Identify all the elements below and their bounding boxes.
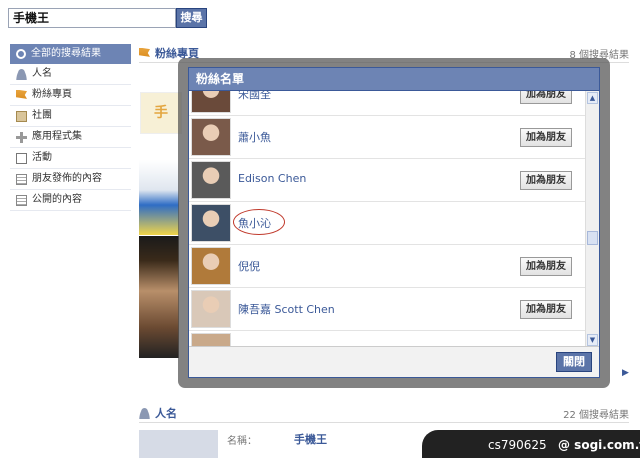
person-icon <box>16 68 27 80</box>
calendar-icon <box>16 152 27 164</box>
fan-name[interactable]: 倪倪 <box>238 258 260 274</box>
sidebar-item-pages[interactable]: 粉絲專頁 <box>10 85 131 106</box>
sidebar-item-label: 社團 <box>32 110 52 121</box>
person-icon <box>139 407 150 419</box>
next-arrow-icon[interactable]: ▶ <box>622 368 629 378</box>
add-friend-button[interactable]: 加為朋友 <box>520 91 572 104</box>
page-thumbnail[interactable] <box>139 236 179 358</box>
fan-name[interactable]: 陳吾嘉 Scott Chen <box>238 301 335 317</box>
fan-name[interactable]: 魚小沁 <box>238 215 271 231</box>
scroll-up-icon[interactable]: ▲ <box>587 92 598 104</box>
sidebar-item-label: 公開的內容 <box>32 194 82 205</box>
avatar[interactable] <box>191 247 231 285</box>
flag-icon <box>16 89 27 99</box>
scroll-thumb[interactable] <box>587 231 598 245</box>
fan-list-scrollbar[interactable]: ▲ ▼ <box>585 91 599 347</box>
list-item: 宋國全 加為朋友 <box>189 91 585 116</box>
list-item: 魚小沁 <box>189 202 585 245</box>
watermark-site: @ sogi.com.tw <box>558 438 640 452</box>
group-icon <box>16 110 27 122</box>
list-item: 蕭小魚 加為朋友 <box>189 116 585 159</box>
sidebar-item-label: 朋友發佈的內容 <box>32 173 102 184</box>
sidebar-item-friends-posts[interactable]: 朋友發佈的內容 <box>10 169 131 190</box>
fans-dialog: 粉絲名單 宋國全 加為朋友 蕭小魚 加為朋友 Edison Chen 加為朋友 … <box>188 67 600 378</box>
watermark: cs790625 @ sogi.com.tw <box>422 430 640 458</box>
add-friend-button[interactable]: 加為朋友 <box>520 171 572 190</box>
list-item: 陳吾嘉 Scott Chen 加為朋友 <box>189 288 585 331</box>
add-friend-button[interactable]: 加為朋友 <box>520 128 572 147</box>
page-thumbnail[interactable]: 手 <box>140 92 182 134</box>
name-label: 名稱： <box>227 436 257 447</box>
list-item: Edison Chen 加為朋友 <box>189 159 585 202</box>
list-item <box>189 331 585 347</box>
people-section-header: 人名 22 個搜尋結果 <box>139 404 629 423</box>
people-result-count: 22 個搜尋結果 <box>563 409 629 421</box>
avatar[interactable] <box>191 204 231 242</box>
public-posts-icon <box>16 194 27 206</box>
sidebar-item-people[interactable]: 人名 <box>10 64 131 85</box>
fan-name[interactable]: 蕭小魚 <box>238 129 271 145</box>
sidebar-item-label: 全部的搜尋結果 <box>31 48 101 59</box>
search-input[interactable]: 手機王 <box>8 8 176 28</box>
friends-posts-icon <box>16 173 27 185</box>
dialog-footer: 關閉 <box>189 346 599 377</box>
sidebar-item-groups[interactable]: 社團 <box>10 106 131 127</box>
avatar[interactable] <box>191 118 231 156</box>
search-icon <box>16 49 26 59</box>
search-filter-sidebar: 全部的搜尋結果 人名 粉絲專頁 社團 應用程式集 活動 朋友發佈的內容 公開的內… <box>10 44 131 211</box>
fan-list: 宋國全 加為朋友 蕭小魚 加為朋友 Edison Chen 加為朋友 魚小沁 倪… <box>189 91 585 347</box>
fan-name[interactable]: 宋國全 <box>238 91 271 102</box>
dialog-title: 粉絲名單 <box>189 68 599 91</box>
avatar[interactable] <box>191 333 231 347</box>
avatar[interactable] <box>191 161 231 199</box>
fan-name[interactable]: Edison Chen <box>238 172 306 185</box>
page-thumbnail[interactable] <box>139 160 179 235</box>
watermark-id: cs790625 <box>488 438 547 452</box>
scroll-down-icon[interactable]: ▼ <box>587 334 598 346</box>
flag-icon <box>139 47 150 57</box>
sidebar-item-public-posts[interactable]: 公開的內容 <box>10 190 131 211</box>
sidebar-item-label: 活動 <box>32 152 52 163</box>
add-friend-button[interactable]: 加為朋友 <box>520 257 572 276</box>
search-button[interactable]: 搜尋 <box>176 8 207 28</box>
sidebar-item-all-results[interactable]: 全部的搜尋結果 <box>10 44 131 64</box>
list-item: 倪倪 加為朋友 <box>189 245 585 288</box>
close-button[interactable]: 關閉 <box>556 352 592 372</box>
sidebar-item-label: 人名 <box>32 68 52 79</box>
sidebar-item-events[interactable]: 活動 <box>10 148 131 169</box>
add-friend-button[interactable]: 加為朋友 <box>520 300 572 319</box>
avatar[interactable] <box>191 290 231 328</box>
sidebar-item-apps[interactable]: 應用程式集 <box>10 127 131 148</box>
apps-icon <box>16 131 27 143</box>
avatar[interactable] <box>139 430 218 458</box>
sidebar-item-label: 粉絲專頁 <box>32 89 72 100</box>
name-link[interactable]: 手機王 <box>294 431 327 447</box>
people-section-title: 人名 <box>155 407 177 420</box>
sidebar-item-label: 應用程式集 <box>32 131 82 142</box>
avatar[interactable] <box>191 91 231 113</box>
